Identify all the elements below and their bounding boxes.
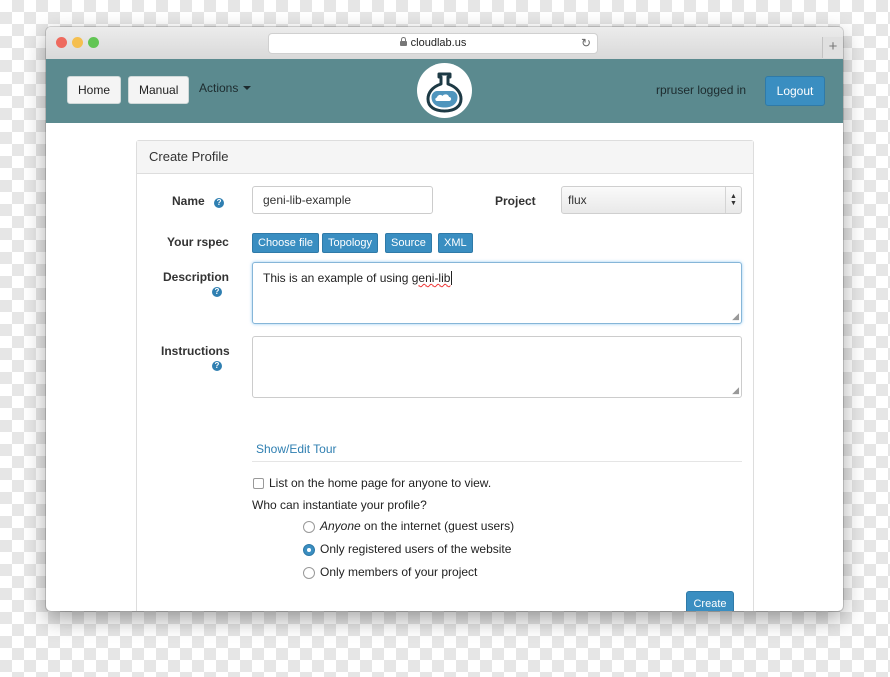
topology-button[interactable]: Topology [322,233,379,253]
instantiate-question: Who can instantiate your profile? [252,498,427,512]
description-misspelled-word: geni-lib [411,271,451,285]
source-button[interactable]: Source [385,233,432,253]
text-cursor [451,271,453,285]
radio-registered[interactable] [303,544,315,556]
description-text: This is an example of using [263,271,412,285]
name-input[interactable]: geni-lib-example [252,186,433,214]
anyone-emphasis: Anyone [320,519,361,533]
help-icon[interactable]: ? [212,361,222,371]
name-label: Name ? [172,194,225,208]
create-button[interactable]: Create [686,591,734,611]
help-icon[interactable]: ? [214,198,225,208]
logout-button[interactable]: Logout [765,76,825,106]
reload-icon[interactable]: ↻ [581,34,591,53]
xml-button[interactable]: XML [438,233,473,253]
home-button[interactable]: Home [67,76,122,104]
project-select[interactable]: flux ▲ ▼ [561,186,742,214]
browser-window: cloudlab.us ↻ + Home Manual Actions rpru… [46,27,843,611]
description-label: Description [163,270,230,284]
list-on-home-checkbox[interactable] [253,478,264,489]
show-edit-tour-link[interactable]: Show/Edit Tour [256,442,337,456]
resize-handle-icon[interactable]: ◢ [732,311,739,322]
new-tab-button[interactable]: + [822,37,843,58]
panel-title: Create Profile [137,141,753,174]
caret-down-icon [243,86,252,90]
actions-menu[interactable]: Actions [199,81,252,95]
radio-anyone-label: Anyone on the internet (guest users) [320,519,514,533]
help-icon[interactable]: ? [212,287,222,297]
title-bar: cloudlab.us ↻ + [46,27,843,60]
project-selected-value: flux [568,193,587,207]
list-on-home-label: List on the home page for anyone to view… [269,476,492,490]
instructions-textarea[interactable]: ◢ [252,336,742,398]
flask-icon [426,72,463,113]
lock-icon [399,37,407,46]
zoom-window-button[interactable] [88,37,99,48]
radio-members-label: Only members of your project [320,565,478,579]
instructions-label: Instructions [161,344,230,358]
cloudlab-logo[interactable] [417,63,472,118]
select-arrows-icon: ▲ ▼ [725,187,741,213]
radio-anyone[interactable] [303,521,315,533]
rspec-label: Your rspec [167,235,229,249]
divider [252,461,742,462]
top-navbar: Home Manual Actions rpruser logged in Lo… [46,59,843,123]
name-label-text: Name [172,194,205,208]
radio-members[interactable] [303,567,315,579]
manual-button[interactable]: Manual [128,76,190,104]
resize-handle-icon[interactable]: ◢ [732,385,739,396]
close-window-button[interactable] [56,37,67,48]
actions-label: Actions [199,81,239,95]
anyone-rest: on the internet (guest users) [360,519,515,533]
project-label: Project [495,194,536,208]
url-text: cloudlab.us [410,37,467,49]
create-profile-panel: Create Profile Name ? geni-lib-example P… [136,140,754,611]
description-textarea[interactable]: This is an example of using geni-lib ◢ [252,262,742,324]
address-bar[interactable]: cloudlab.us ↻ [268,33,598,54]
minimize-window-button[interactable] [72,37,83,48]
login-status: rpruser logged in [656,83,747,97]
choose-file-button[interactable]: Choose file [252,233,320,253]
radio-registered-label: Only registered users of the website [320,542,512,556]
